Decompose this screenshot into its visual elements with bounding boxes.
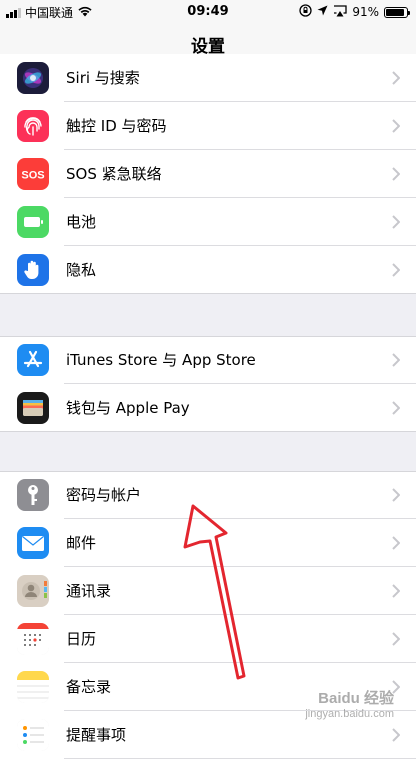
wallet-icon <box>17 392 49 424</box>
mail-label: 邮件 <box>66 534 97 552</box>
settings-row-siri[interactable]: Siri 与搜索 <box>0 54 416 102</box>
chevron-right-icon <box>392 401 400 415</box>
settings-row-privacy[interactable]: 隐私 <box>0 246 416 294</box>
battery-percent: 91% <box>352 5 379 19</box>
calendar-icon <box>17 623 49 655</box>
privacy-label: 隐私 <box>66 261 97 279</box>
fingerprint-icon <box>17 110 49 142</box>
mail-icon <box>17 527 49 559</box>
chevron-right-icon <box>392 536 400 550</box>
siri-icon <box>17 62 49 94</box>
app-store-icon <box>17 344 49 376</box>
battery-label: 电池 <box>66 213 97 231</box>
chevron-right-icon <box>392 263 400 277</box>
chevron-right-icon <box>392 488 400 502</box>
settings-row-wallet[interactable]: 钱包与 Apple Pay <box>0 384 416 432</box>
key-icon <box>17 479 49 511</box>
settings-row-battery[interactable]: 电池 <box>0 198 416 246</box>
calendar-label: 日历 <box>66 630 97 648</box>
chevron-right-icon <box>392 353 400 367</box>
chevron-right-icon <box>392 215 400 229</box>
siri-label: Siri 与搜索 <box>66 69 140 87</box>
app-store-label: iTunes Store 与 App Store <box>66 351 256 369</box>
settings-row-app-store[interactable]: iTunes Store 与 App Store <box>0 336 416 384</box>
watermark: Baidu 经验 jingyan.baidu.com <box>305 687 394 720</box>
sos-icon: SOS <box>17 158 49 190</box>
settings-row-sos[interactable]: SOS SOS 紧急联络 <box>0 150 416 198</box>
contacts-icon <box>17 575 49 607</box>
rotation-lock-icon <box>299 4 312 20</box>
status-bar: 中国联通 09:49 91% <box>0 0 416 24</box>
watermark-main: Baidu 经验 <box>318 690 394 707</box>
chevron-right-icon <box>392 728 400 742</box>
chevron-right-icon <box>392 632 400 646</box>
sos-badge-text: SOS <box>21 170 44 182</box>
settings-row-mail[interactable]: 邮件 <box>0 519 416 567</box>
contacts-label: 通讯录 <box>66 582 112 600</box>
location-icon <box>317 5 328 19</box>
hand-icon <box>17 254 49 286</box>
sos-label: SOS 紧急联络 <box>66 165 162 183</box>
chevron-right-icon <box>392 167 400 181</box>
passwords-label: 密码与帐户 <box>66 486 142 504</box>
battery-icon <box>384 6 410 18</box>
watermark-sub: jingyan.baidu.com <box>305 708 394 720</box>
chevron-right-icon <box>392 119 400 133</box>
settings-row-touch-id[interactable]: 触控 ID 与密码 <box>0 102 416 150</box>
reminders-label: 提醒事项 <box>66 726 127 744</box>
chevron-right-icon <box>392 584 400 598</box>
battery-level-fill <box>386 8 405 16</box>
battery-app-icon <box>17 206 49 238</box>
reminders-icon <box>17 719 49 751</box>
settings-row-calendar[interactable]: 日历 <box>0 615 416 663</box>
chevron-right-icon <box>392 71 400 85</box>
notes-label: 备忘录 <box>66 678 112 696</box>
wallet-label: 钱包与 Apple Pay <box>66 399 190 417</box>
airplay-icon <box>333 4 347 20</box>
status-right: 91% <box>299 4 410 20</box>
settings-row-passwords[interactable]: 密码与帐户 <box>0 471 416 519</box>
notes-icon <box>17 671 49 703</box>
touch-id-label: 触控 ID 与密码 <box>66 117 167 135</box>
settings-row-contacts[interactable]: 通讯录 <box>0 567 416 615</box>
